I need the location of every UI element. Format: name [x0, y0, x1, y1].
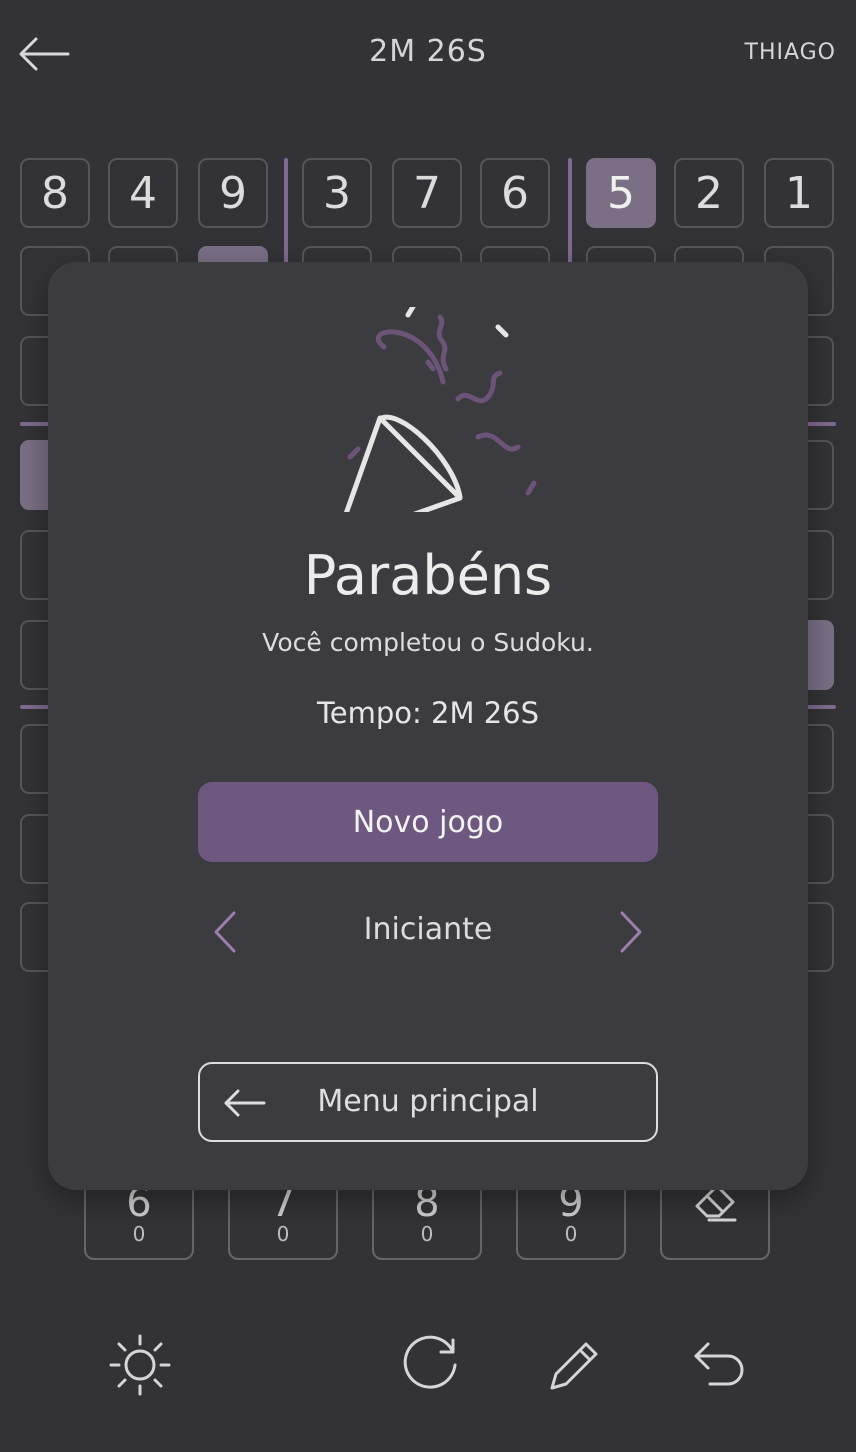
board-cell[interactable]: 4	[108, 158, 178, 228]
number-key-count: 0	[564, 1222, 578, 1246]
board-cell[interactable]: 9	[198, 158, 268, 228]
main-menu-button[interactable]: Menu principal	[198, 1062, 658, 1142]
sun-icon	[109, 1334, 171, 1396]
congrats-modal: Parabéns Você completou o Sudoku. Tempo:…	[48, 262, 808, 1190]
completion-time: Tempo: 2M 26S	[316, 696, 540, 730]
board-cell[interactable]: 6	[480, 158, 550, 228]
game-timer: 2M 26S	[369, 34, 487, 69]
board-cell[interactable]: 2	[674, 158, 744, 228]
party-popper-icon	[328, 307, 537, 512]
box-separator	[806, 422, 836, 426]
board-cell[interactable]: 7	[392, 158, 462, 228]
modal-title: Parabéns	[303, 544, 553, 607]
refresh-icon	[403, 1335, 457, 1389]
box-separator	[568, 158, 572, 268]
restart-button[interactable]	[395, 1330, 465, 1400]
box-separator	[20, 705, 50, 709]
number-key-count: 0	[276, 1222, 290, 1246]
difficulty-label: Iniciante	[363, 912, 493, 947]
box-separator	[284, 158, 288, 268]
chevron-right-icon	[620, 911, 642, 953]
top-bar: 2M 26S THIAGO	[0, 0, 856, 110]
undo-icon	[694, 1342, 744, 1386]
board-cell-selected[interactable]: 5	[586, 158, 656, 228]
number-key-count: 0	[420, 1222, 434, 1246]
main-menu-label: Menu principal	[317, 1084, 539, 1119]
difficulty-next-button[interactable]	[612, 907, 648, 957]
notes-button[interactable]	[540, 1330, 610, 1400]
user-name: THIAGO	[744, 40, 836, 65]
undo-button[interactable]	[684, 1330, 754, 1400]
board-cell[interactable]: 3	[302, 158, 372, 228]
theme-toggle-button[interactable]	[105, 1330, 175, 1400]
box-separator	[806, 705, 836, 709]
board-cell[interactable]: 8	[20, 158, 90, 228]
pencil-icon	[550, 1342, 598, 1390]
box-separator	[20, 422, 50, 426]
modal-subtitle: Você completou o Sudoku.	[262, 628, 594, 657]
new-game-button[interactable]: Novo jogo	[198, 782, 658, 862]
number-key-count: 0	[132, 1222, 146, 1246]
board-cell[interactable]: 1	[764, 158, 834, 228]
